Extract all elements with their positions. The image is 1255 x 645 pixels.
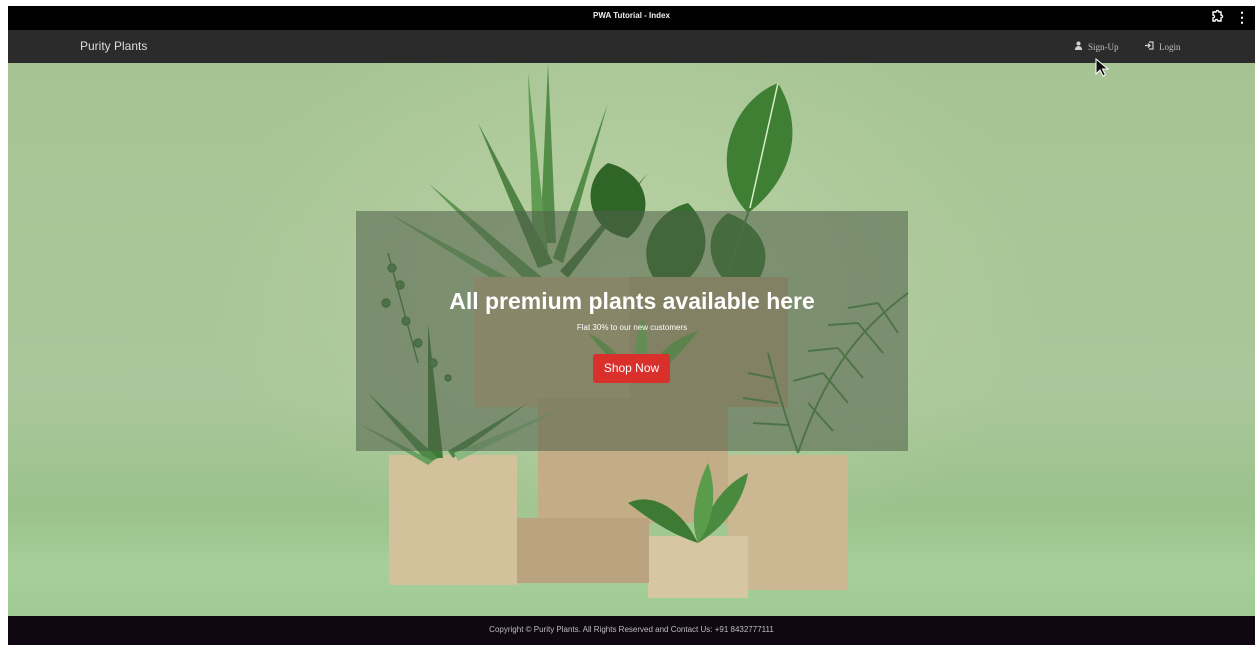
signup-label: Sign-Up: [1088, 42, 1119, 52]
mouse-cursor-icon: [1095, 58, 1110, 77]
login-link[interactable]: Login: [1144, 41, 1181, 53]
brand-logo-text[interactable]: Purity Plants: [80, 39, 147, 53]
window-title: PWA Tutorial - Index: [593, 11, 670, 20]
login-icon-graphic: [1145, 41, 1154, 50]
hero-subheading: Flat 30% to our new customers: [576, 323, 688, 332]
login-icon: [1144, 41, 1154, 53]
shop-now-button[interactable]: Shop Now: [593, 354, 670, 383]
hero-overlay-panel: All premium plants available here Flat 3…: [356, 211, 908, 451]
hero-heading: All premium plants available here: [449, 288, 815, 314]
browser-window: PWA Tutorial - Index ⋮ Purity Plants Sig…: [8, 6, 1255, 645]
puzzle-icon-graphic: [1212, 9, 1224, 22]
hero-banner: All premium plants available here Flat 3…: [8, 63, 1255, 616]
footer-copyright: Copyright © Purity Plants. All Rights Re…: [489, 625, 774, 634]
site-footer: Copyright © Purity Plants. All Rights Re…: [8, 616, 1255, 645]
user-icon-graphic: [1074, 41, 1083, 50]
kebab-menu-icon[interactable]: ⋮: [1235, 9, 1249, 25]
signup-link[interactable]: Sign-Up: [1074, 41, 1119, 53]
window-titlebar: PWA Tutorial - Index ⋮: [8, 6, 1255, 30]
login-label: Login: [1159, 42, 1181, 52]
user-icon: [1074, 41, 1083, 53]
site-navbar: Purity Plants Sign-Up Login: [8, 30, 1255, 63]
puzzle-icon[interactable]: [1209, 9, 1225, 25]
